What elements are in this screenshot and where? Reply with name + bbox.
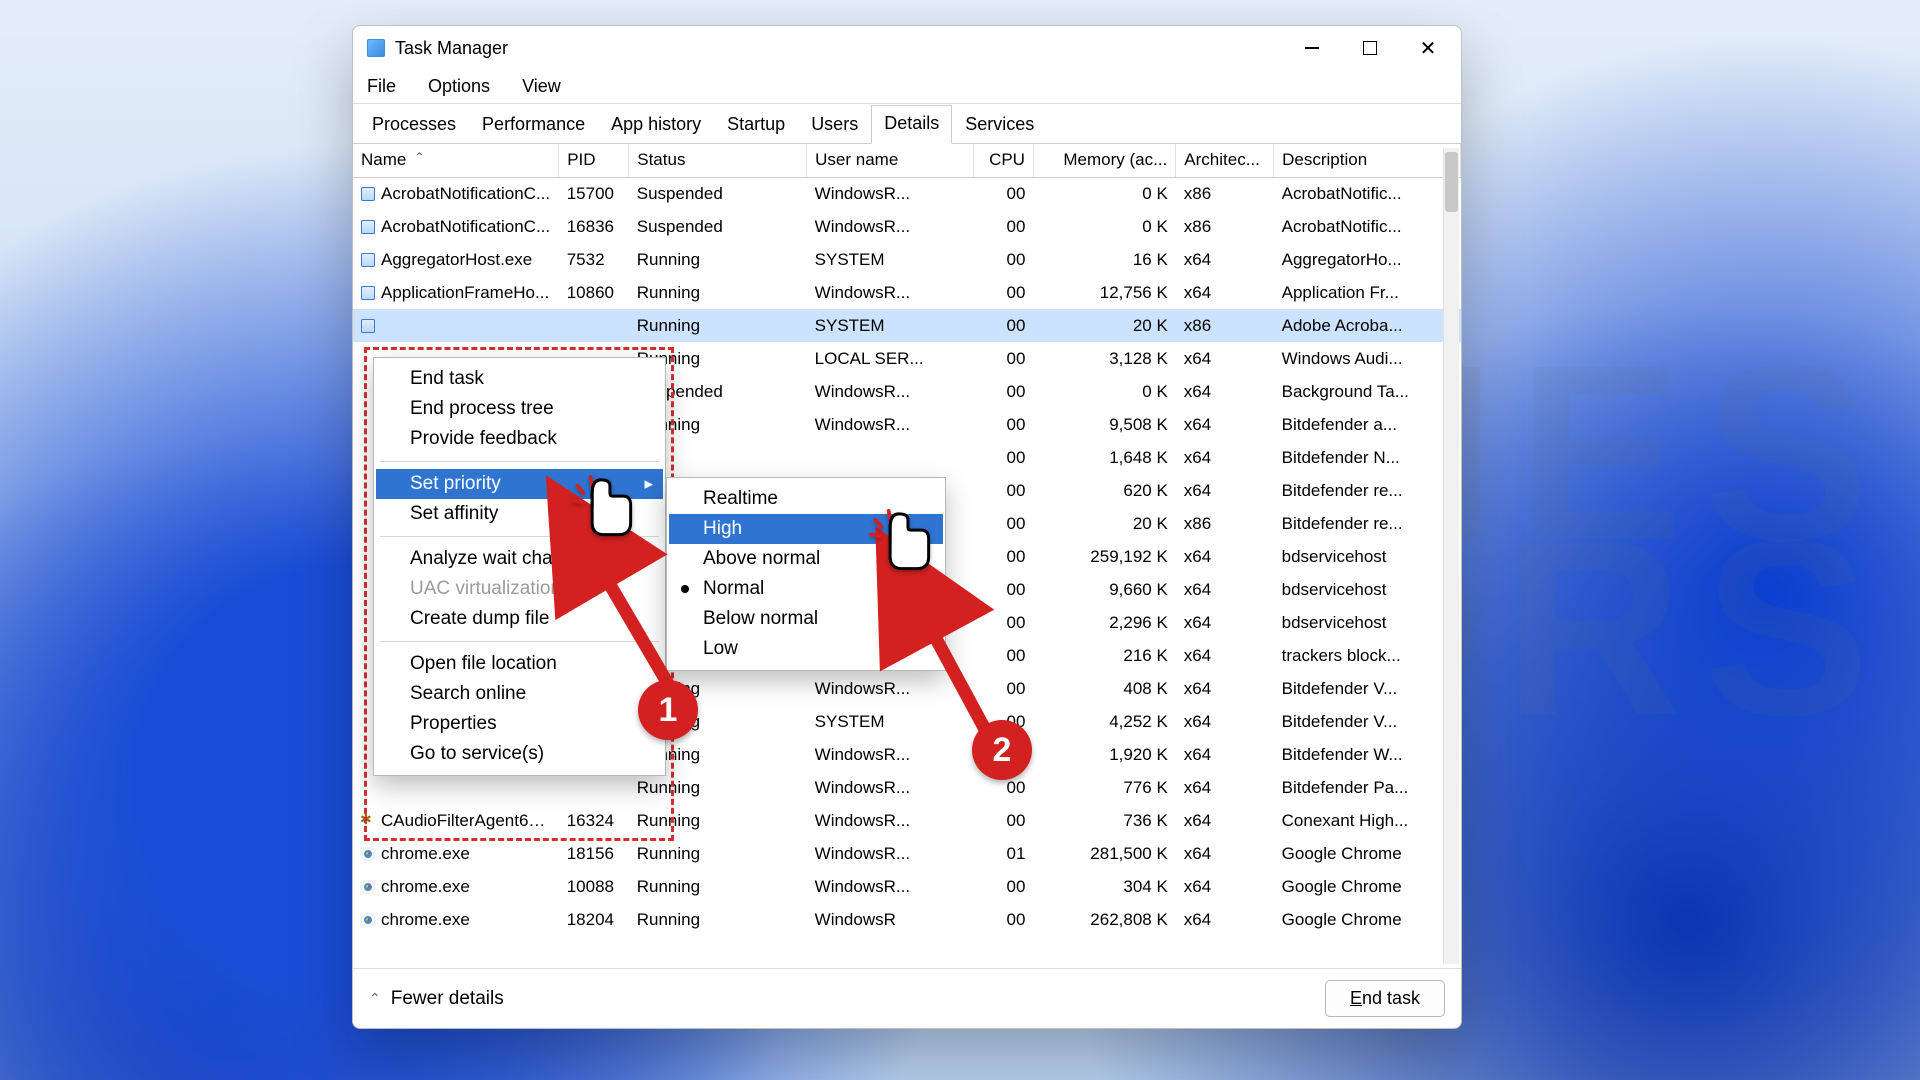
table-row[interactable]: chrome.exe10088RunningWindowsR...00304 K…	[353, 870, 1461, 903]
table-row[interactable]: AcrobatNotificationC...15700SuspendedWin…	[353, 177, 1461, 210]
ctx-go-to-service-s-[interactable]: Go to service(s)	[376, 739, 663, 769]
ctx-end-process-tree[interactable]: End process tree	[376, 394, 663, 424]
tab-startup[interactable]: Startup	[714, 106, 798, 144]
close-button[interactable]: ✕	[1399, 26, 1457, 70]
chevron-up-icon: ⌃	[369, 990, 381, 1007]
minimize-button[interactable]	[1283, 26, 1341, 70]
fewer-details-toggle[interactable]: ⌃ Fewer details	[369, 988, 504, 1010]
maximize-button[interactable]	[1341, 26, 1399, 70]
menu-options[interactable]: Options	[424, 73, 494, 100]
col-user-name[interactable]: User name	[807, 144, 974, 177]
end-task-button[interactable]: End task	[1325, 980, 1445, 1017]
menu-view[interactable]: View	[518, 73, 565, 100]
col-pid[interactable]: PID	[559, 144, 629, 177]
tab-users[interactable]: Users	[798, 106, 871, 144]
tab-services[interactable]: Services	[952, 106, 1047, 144]
table-row[interactable]: AcrobatNotificationC...16836SuspendedWin…	[353, 210, 1461, 243]
col-cpu[interactable]: CPU	[973, 144, 1033, 177]
tab-performance[interactable]: Performance	[469, 106, 598, 144]
annotation-badge-1: 1	[638, 680, 698, 740]
col-status[interactable]: Status	[629, 144, 807, 177]
table-row[interactable]: RunningSYSTEM0020 Kx86Adobe Acroba...	[353, 309, 1461, 342]
app-icon	[367, 39, 385, 57]
ctx-properties[interactable]: Properties	[376, 709, 663, 739]
col-description[interactable]: Description	[1274, 144, 1461, 177]
col-name[interactable]: Name	[353, 144, 559, 177]
tab-details[interactable]: Details	[871, 105, 952, 144]
title-bar[interactable]: Task Manager ✕	[353, 26, 1461, 70]
tab-app-history[interactable]: App history	[598, 106, 714, 144]
annotation-cursor-2	[865, 505, 939, 579]
ctx-end-task[interactable]: End task	[376, 364, 663, 394]
vertical-scrollbar[interactable]	[1443, 148, 1459, 964]
column-headers: NamePIDStatusUser nameCPUMemory (ac...Ar…	[353, 144, 1461, 177]
table-row[interactable]: chrome.exe18156RunningWindowsR...01281,5…	[353, 837, 1461, 870]
tab-bar: ProcessesPerformanceApp historyStartupUs…	[353, 104, 1461, 144]
col-architec-[interactable]: Architec...	[1176, 144, 1274, 177]
table-row[interactable]: ApplicationFrameHo...10860RunningWindows…	[353, 276, 1461, 309]
footer: ⌃ Fewer details End task	[353, 968, 1461, 1028]
ctx-provide-feedback[interactable]: Provide feedback	[376, 424, 663, 454]
menu-file[interactable]: File	[363, 73, 400, 100]
table-row[interactable]: chrome.exe18204RunningWindowsR00262,808 …	[353, 903, 1461, 936]
table-row[interactable]: AggregatorHost.exe7532RunningSYSTEM0016 …	[353, 243, 1461, 276]
menu-bar: File Options View	[353, 70, 1461, 104]
col-memory-ac-[interactable]: Memory (ac...	[1033, 144, 1175, 177]
tab-processes[interactable]: Processes	[359, 106, 469, 144]
annotation-cursor-1	[567, 471, 641, 545]
window-title: Task Manager	[395, 38, 508, 59]
scrollbar-thumb[interactable]	[1445, 152, 1458, 212]
annotation-badge-2: 2	[972, 720, 1032, 780]
